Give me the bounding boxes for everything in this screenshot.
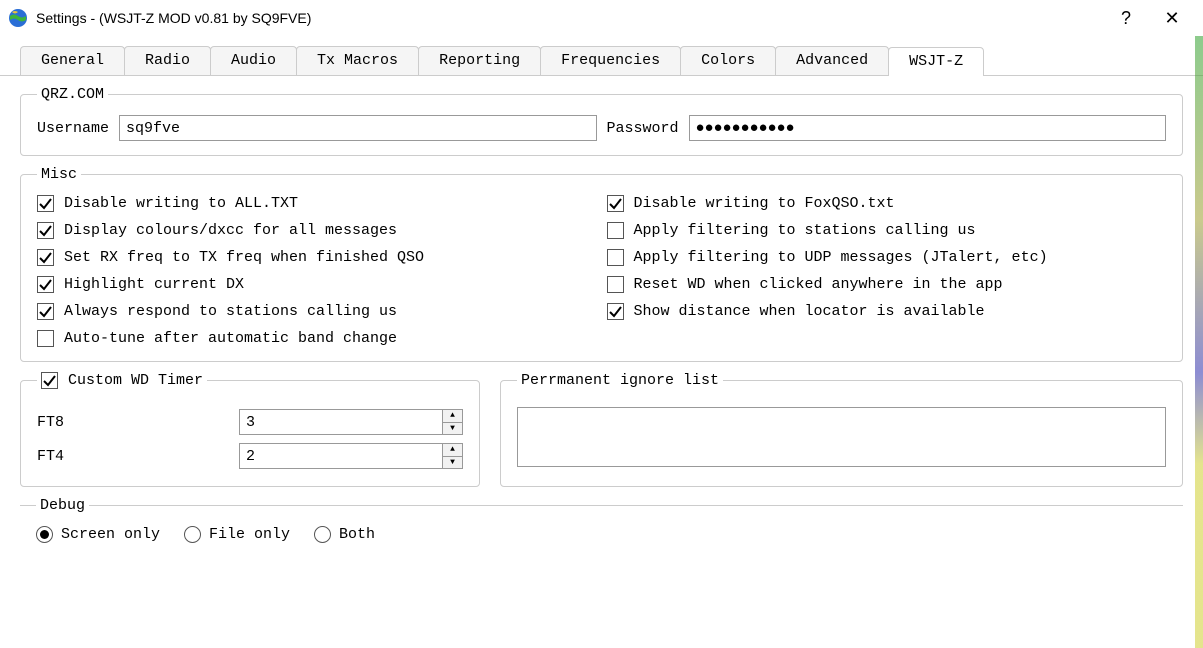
checkbox-label: Auto-tune after automatic band change — [64, 330, 397, 347]
password-label: Password — [607, 120, 679, 137]
ft8-label: FT8 — [37, 414, 227, 431]
tab-wsjt-z[interactable]: WSJT-Z — [888, 47, 984, 76]
radio-label: File only — [209, 526, 290, 543]
checkbox-icon — [41, 372, 58, 389]
checkbox-label: Set RX freq to TX freq when finished QSO — [64, 249, 424, 266]
checkbox-label: Disable writing to FoxQSO.txt — [634, 195, 895, 212]
radio-label: Screen only — [61, 526, 160, 543]
tab-strip: General Radio Audio Tx Macros Reporting … — [0, 36, 1203, 76]
ft4-label: FT4 — [37, 448, 227, 465]
misc-legend: Misc — [37, 166, 81, 183]
tab-radio[interactable]: Radio — [124, 46, 211, 75]
tab-pane: QRZ.COM Username Password Misc Disable w… — [0, 76, 1203, 563]
checkbox-icon — [607, 222, 624, 239]
checkbox-icon — [37, 330, 54, 347]
checkbox-icon — [37, 303, 54, 320]
checkbox-label: Reset WD when clicked anywhere in the ap… — [634, 276, 1003, 293]
checkbox-label: Apply filtering to UDP messages (JTalert… — [634, 249, 1048, 266]
misc-right-2[interactable]: Apply filtering to UDP messages (JTalert… — [607, 249, 1167, 266]
wd-timer-group: Custom WD Timer FT8 ▲ ▼ FT4 ▲ — [20, 372, 480, 487]
misc-left-5[interactable]: Auto-tune after automatic band change — [37, 330, 597, 347]
radio-icon — [36, 526, 53, 543]
debug-option-2[interactable]: Both — [314, 526, 375, 543]
ignore-group: Perrmanent ignore list — [500, 372, 1183, 487]
checkbox-icon — [37, 276, 54, 293]
debug-group: Debug Screen only File only Both — [20, 497, 1183, 543]
misc-right-1[interactable]: Apply filtering to stations calling us — [607, 222, 1167, 239]
misc-right-0[interactable]: Disable writing to FoxQSO.txt — [607, 195, 1167, 212]
checkbox-label: Always respond to stations calling us — [64, 303, 397, 320]
titlebar: Settings - (WSJT-Z MOD v0.81 by SQ9FVE) … — [0, 0, 1203, 36]
misc-group: Misc Disable writing to ALL.TXT Disable w… — [20, 166, 1183, 362]
wd-timer-legend-checkbox[interactable]: Custom WD Timer — [41, 372, 203, 389]
username-input[interactable] — [119, 115, 596, 141]
checkbox-icon — [607, 195, 624, 212]
tab-general[interactable]: General — [20, 46, 125, 75]
ignore-legend: Perrmanent ignore list — [517, 372, 723, 389]
radio-label: Both — [339, 526, 375, 543]
checkbox-label: Display colours/dxcc for all messages — [64, 222, 397, 239]
checkbox-icon — [607, 276, 624, 293]
checkbox-label: Disable writing to ALL.TXT — [64, 195, 298, 212]
debug-option-0[interactable]: Screen only — [36, 526, 160, 543]
debug-legend: Debug — [36, 497, 89, 514]
checkbox-icon — [37, 222, 54, 239]
close-button[interactable]: ✕ — [1149, 8, 1195, 29]
tab-advanced[interactable]: Advanced — [775, 46, 889, 75]
checkbox-icon — [607, 249, 624, 266]
misc-right-4[interactable]: Show distance when locator is available — [607, 303, 1167, 320]
qrz-legend: QRZ.COM — [37, 86, 108, 103]
checkbox-icon — [37, 195, 54, 212]
checkbox-label: Show distance when locator is available — [634, 303, 985, 320]
checkbox-icon — [37, 249, 54, 266]
ft8-step-down[interactable]: ▼ — [443, 423, 462, 435]
tab-audio[interactable]: Audio — [210, 46, 297, 75]
ft8-spinbox[interactable]: ▲ ▼ — [239, 409, 463, 435]
ft8-stepper: ▲ ▼ — [442, 410, 462, 434]
ft8-input[interactable] — [240, 410, 442, 434]
password-input[interactable] — [689, 115, 1166, 141]
ft4-step-up[interactable]: ▲ — [443, 444, 462, 457]
misc-left-2[interactable]: Set RX freq to TX freq when finished QSO — [37, 249, 597, 266]
decorative-edge — [1195, 36, 1203, 648]
ft4-input[interactable] — [240, 444, 442, 468]
qrz-group: QRZ.COM Username Password — [20, 86, 1183, 156]
tab-tx-macros[interactable]: Tx Macros — [296, 46, 419, 75]
tab-colors[interactable]: Colors — [680, 46, 776, 75]
radio-icon — [184, 526, 201, 543]
wd-timer-legend-label: Custom WD Timer — [68, 372, 203, 389]
checkbox-label: Highlight current DX — [64, 276, 244, 293]
tab-frequencies[interactable]: Frequencies — [540, 46, 681, 75]
username-label: Username — [37, 120, 109, 137]
tab-reporting[interactable]: Reporting — [418, 46, 541, 75]
ft4-spinbox[interactable]: ▲ ▼ — [239, 443, 463, 469]
misc-left-3[interactable]: Highlight current DX — [37, 276, 597, 293]
misc-left-1[interactable]: Display colours/dxcc for all messages — [37, 222, 597, 239]
ft4-stepper: ▲ ▼ — [442, 444, 462, 468]
misc-left-4[interactable]: Always respond to stations calling us — [37, 303, 597, 320]
debug-option-1[interactable]: File only — [184, 526, 290, 543]
app-icon — [8, 8, 28, 28]
checkbox-label: Apply filtering to stations calling us — [634, 222, 976, 239]
checkbox-icon — [607, 303, 624, 320]
radio-icon — [314, 526, 331, 543]
misc-right-3[interactable]: Reset WD when clicked anywhere in the ap… — [607, 276, 1167, 293]
misc-left-0[interactable]: Disable writing to ALL.TXT — [37, 195, 597, 212]
ft8-step-up[interactable]: ▲ — [443, 410, 462, 423]
ft4-step-down[interactable]: ▼ — [443, 457, 462, 469]
help-button[interactable]: ? — [1103, 8, 1149, 29]
window-title: Settings - (WSJT-Z MOD v0.81 by SQ9FVE) — [36, 10, 1103, 26]
ignore-textarea[interactable] — [517, 407, 1166, 467]
